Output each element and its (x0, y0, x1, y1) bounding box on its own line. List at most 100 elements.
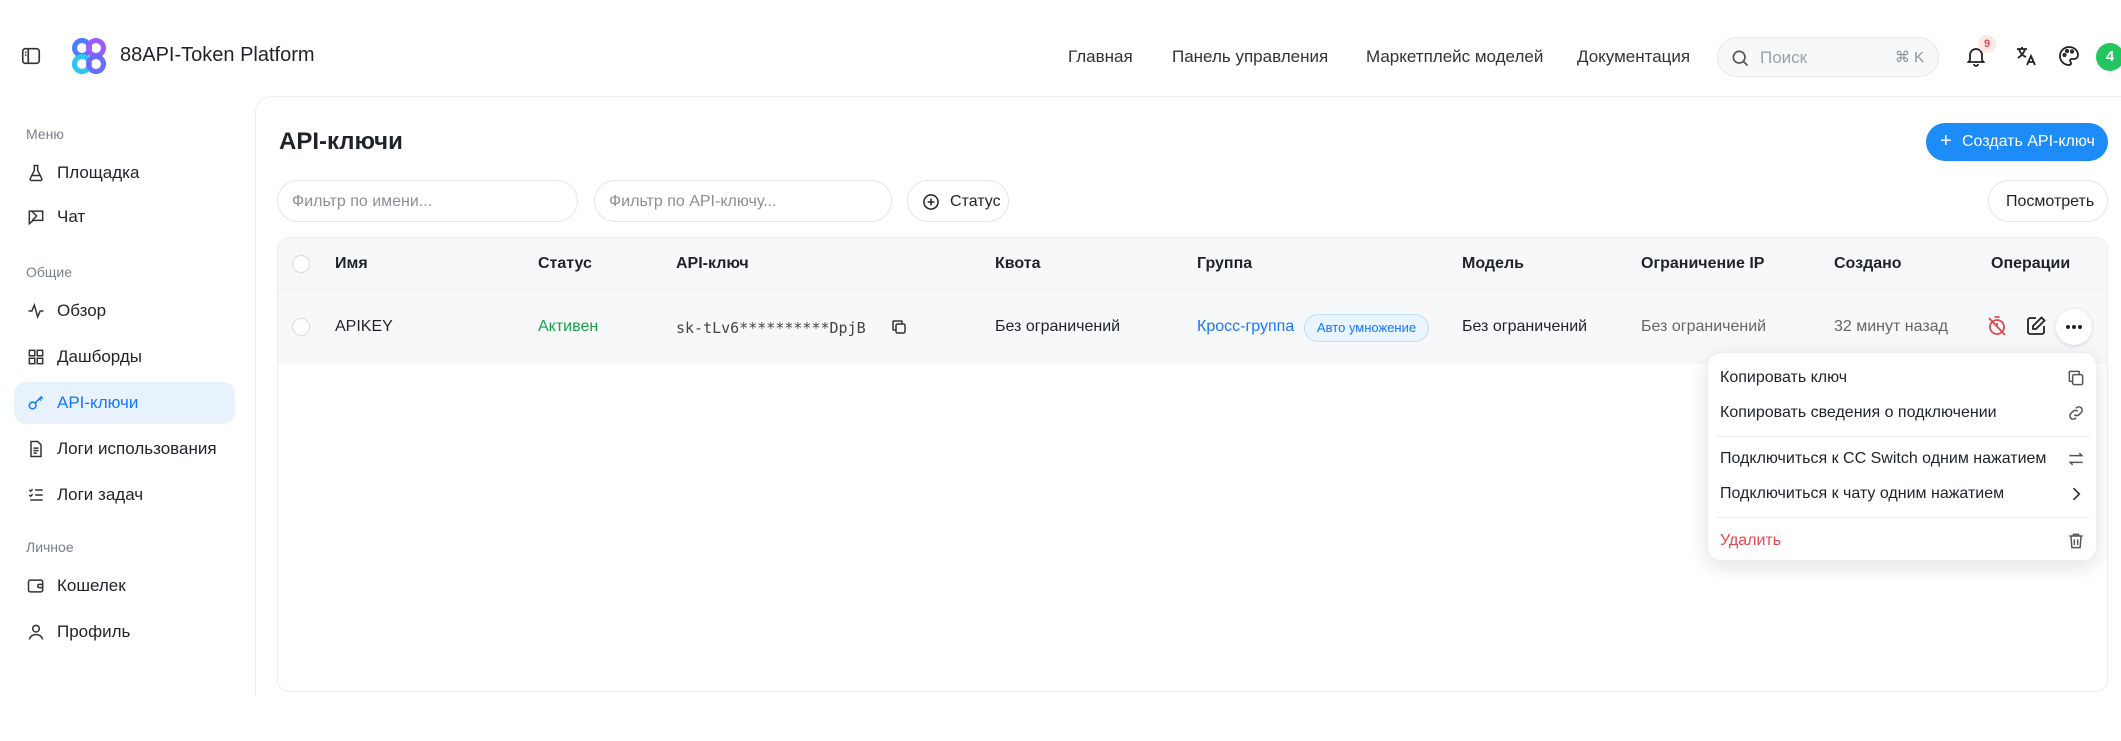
filter-name-input[interactable]: Фильтр по имени... (277, 180, 578, 222)
view-label: Посмотреть (2006, 193, 2095, 210)
table-header: Имя Статус API-ключ Квота Группа Модель … (278, 238, 2107, 290)
menu-copy-connection[interactable]: Копировать сведения о подключении (1708, 396, 2096, 430)
menu-copy-key[interactable]: Копировать ключ (1708, 361, 2096, 395)
sidebar-section-menu: Меню (26, 126, 64, 142)
row-model: Без ограничений (1462, 318, 1588, 335)
select-all-checkbox[interactable] (292, 255, 310, 273)
nav-docs[interactable]: Документация (1577, 47, 1690, 67)
more-icon (2066, 325, 2082, 329)
sidebar-item-label: Обзор (57, 301, 107, 320)
more-actions-button[interactable] (2056, 309, 2092, 345)
notification-badge: 9 (1978, 35, 1996, 53)
menu-item-label: Подключиться к CC Switch одним нажатием (1720, 450, 2047, 467)
row-ip-limit: Без ограничений (1641, 318, 1767, 335)
chevron-right-icon (26, 208, 46, 228)
logo-icon (70, 38, 108, 74)
disable-icon[interactable] (1985, 314, 2011, 340)
edit-icon[interactable] (2024, 314, 2050, 340)
group-tag: Авто умножение (1304, 314, 1430, 342)
sidebar-item-label: Кошелек (57, 576, 126, 595)
column-quota[interactable]: Квота (995, 255, 1041, 273)
key-icon (26, 393, 46, 413)
nav-home[interactable]: Главная (1068, 47, 1133, 67)
chevron-right-icon (2066, 484, 2086, 504)
flask-icon (26, 163, 46, 183)
column-created[interactable]: Создано (1834, 255, 1902, 273)
sidebar-item-overview[interactable]: Обзор (14, 290, 235, 332)
activity-icon (26, 301, 46, 321)
menu-item-label: Удалить (1720, 532, 1782, 549)
sidebar-item-label: Логи задач (57, 485, 144, 504)
sidebar-item-label: Дашборды (57, 347, 142, 366)
sidebar-toggle-icon[interactable] (20, 45, 42, 67)
sidebar-item-api-keys[interactable]: API-ключи (14, 382, 235, 424)
menu-divider (1716, 517, 2090, 518)
sidebar-section-general: Общие (26, 264, 73, 280)
sidebar-item-label: Площадка (57, 163, 140, 182)
status-filter-label: Статус (950, 193, 1001, 210)
filter-name-placeholder: Фильтр по имени... (292, 193, 433, 210)
menu-item-label: Копировать сведения о подключении (1720, 404, 1997, 421)
view-button[interactable]: Посмотреть (1988, 180, 2108, 222)
sidebar-item-label: API-ключи (57, 393, 139, 412)
sidebar-item-dashboards[interactable]: Дашборды (14, 336, 235, 378)
column-status[interactable]: Статус (538, 255, 592, 273)
row-group[interactable]: Кросс-группа (1197, 318, 1294, 336)
sidebar-item-label: Профиль (57, 622, 131, 641)
column-group[interactable]: Группа (1197, 255, 1252, 273)
sidebar-item-playground[interactable]: Площадка (14, 152, 235, 194)
menu-connect-chat[interactable]: Подключиться к чату одним нажатием (1708, 477, 2096, 511)
menu-delete[interactable]: Удалить (1708, 524, 2096, 558)
sidebar-item-label: Чат (57, 207, 86, 226)
brand-name: 88API-Token Platform (120, 44, 315, 66)
avatar[interactable]: 4 (2096, 43, 2121, 71)
create-api-key-button[interactable]: + Создать API-ключ (1926, 123, 2108, 161)
search-icon (1730, 48, 1750, 68)
filter-key-input[interactable]: Фильтр по API-ключу... (594, 180, 892, 222)
actions-dropdown-menu: Копировать ключ Копировать сведения о по… (1707, 352, 2097, 561)
row-quota: Без ограничений (995, 318, 1121, 335)
sidebar-item-profile[interactable]: Профиль (14, 611, 235, 653)
grid-icon (26, 347, 46, 367)
copy-icon (2066, 368, 2086, 388)
nav-marketplace[interactable]: Маркетплейс моделей (1366, 47, 1543, 67)
menu-item-label: Подключиться к чату одним нажатием (1720, 485, 2005, 502)
column-operations: Операции (1991, 255, 2071, 272)
column-ip-limit[interactable]: Ограничение IP (1641, 255, 1764, 273)
row-checkbox[interactable] (292, 318, 310, 336)
translate-icon[interactable] (2014, 44, 2040, 70)
link-icon (2066, 403, 2086, 423)
search-placeholder: Поиск (1760, 48, 1808, 67)
filter-key-placeholder: Фильтр по API-ключу... (609, 193, 777, 210)
sidebar-item-task-logs[interactable]: Логи задач (14, 474, 235, 516)
create-api-key-label: Создать API-ключ (1962, 133, 2095, 150)
plus-circle-icon (921, 192, 941, 212)
page-title: API-ключи (279, 128, 403, 155)
menu-cc-switch[interactable]: Подключиться к CC Switch одним нажатием (1708, 442, 2096, 476)
row-created: 32 минут назад (1834, 318, 1948, 335)
menu-divider (1716, 436, 2090, 437)
column-model[interactable]: Модель (1462, 255, 1524, 273)
sidebar-item-usage-logs[interactable]: Логи использования (14, 428, 235, 470)
sidebar-item-wallet[interactable]: Кошелек (14, 565, 235, 607)
user-icon (26, 622, 46, 642)
nav-dashboard[interactable]: Панель управления (1172, 47, 1328, 67)
sidebar-item-label: Логи использования (57, 439, 217, 458)
plus-icon: + (1940, 130, 1952, 152)
row-name: APIKEY (335, 318, 393, 335)
trash-icon (2066, 531, 2086, 551)
wallet-icon (26, 576, 46, 596)
copy-icon[interactable] (890, 318, 908, 336)
sidebar: Меню Площадка Чат Общие Обзор Дашборды A… (0, 96, 255, 696)
search-input[interactable]: Поиск ⌘ K (1717, 37, 1939, 77)
row-status: Активен (538, 318, 599, 335)
menu-item-label: Копировать ключ (1720, 369, 1848, 386)
swap-icon (2066, 449, 2086, 469)
checklist-icon (26, 485, 46, 505)
status-filter-button[interactable]: Статус (907, 180, 1009, 222)
palette-icon[interactable] (2057, 44, 2083, 70)
column-name[interactable]: Имя (335, 255, 368, 273)
sidebar-item-chat[interactable]: Чат (14, 196, 235, 238)
search-shortcut: ⌘ K (1894, 49, 1924, 66)
column-api-key[interactable]: API-ключ (676, 255, 749, 273)
